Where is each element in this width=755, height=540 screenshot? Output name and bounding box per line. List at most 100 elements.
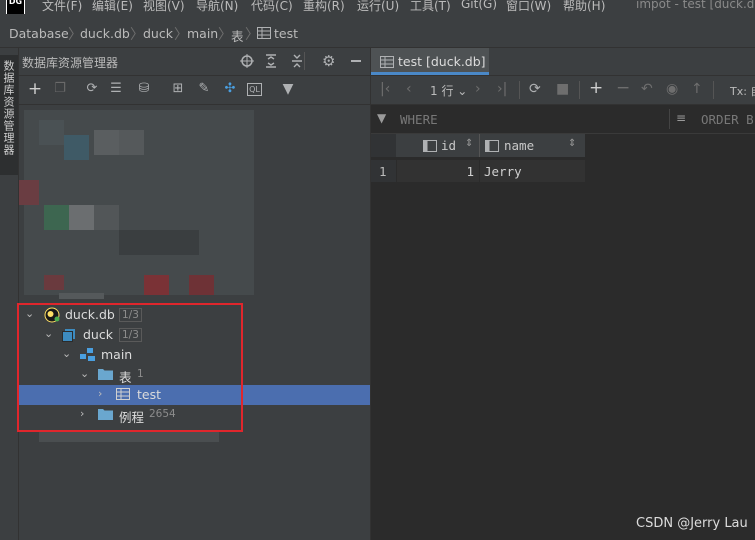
cell-id[interactable]: 1 [397, 160, 479, 182]
filter-icon[interactable]: ▼ [280, 81, 296, 97]
blurred-region [69, 205, 94, 230]
database-stop-icon[interactable]: ⛁ [136, 81, 152, 97]
blurred-region [19, 180, 39, 205]
column-header-label: id [441, 138, 457, 153]
blurred-region [94, 130, 119, 155]
tab-label: test [duck.db] [398, 54, 486, 69]
breadcrumb-duckdb[interactable]: duck.db [80, 26, 130, 41]
add-icon[interactable]: + [27, 81, 43, 98]
column-header-id[interactable]: id ⇕ [397, 134, 479, 157]
grid-toolbar: |‹ ‹ 1 行 ⌄ › ›| ⟳ ■ + − ↶ ◉ ↑ Tx: 自 [371, 76, 755, 105]
menu-git[interactable]: Git(G) [461, 0, 497, 11]
menu-view[interactable]: 视图(V) [143, 0, 185, 14]
sql-console-icon[interactable]: QL [247, 83, 262, 96]
breadcrumb-main[interactable]: main [187, 26, 218, 41]
blurred-region [39, 120, 64, 145]
rows-label: 1 行 [430, 84, 454, 98]
table-icon [257, 27, 271, 42]
add-row-icon[interactable]: + [589, 78, 603, 98]
breadcrumb-tables[interactable]: 表 [231, 26, 244, 45]
stop-icon[interactable]: ■ [556, 81, 569, 97]
cell-value: Jerry [484, 164, 522, 179]
menu-help[interactable]: 帮助(H) [563, 0, 605, 14]
delete-row-icon[interactable]: − [616, 78, 630, 98]
chevron-down-icon: ⌄ [457, 84, 468, 98]
menu-refactor[interactable]: 重构(R) [303, 0, 345, 14]
cell-name[interactable]: Jerry [480, 160, 585, 182]
sort-arrows-icon[interactable]: ⇕ [568, 138, 576, 149]
database-explorer-strip-label[interactable]: 数据库资源管理器 [2, 60, 16, 156]
sort-icon: ≡ [676, 111, 687, 125]
next-page-icon[interactable]: › [475, 81, 481, 97]
panel-header: 数据库资源管理器 ⚙ [19, 48, 370, 76]
window-title: impot - test [duck.db [636, 0, 755, 11]
blurred-region [59, 293, 104, 299]
explorer-toolbar: + ❐ ⟳ ☰ ⛁ ⊞ ✎ ✣ QL ▼ [19, 76, 370, 105]
jump-to-source-icon[interactable]: ✣ [222, 81, 238, 97]
blurred-region [44, 205, 69, 230]
menu-run[interactable]: 运行(U) [357, 0, 399, 14]
sort-arrows-icon[interactable]: ⇕ [465, 138, 473, 149]
filter-icon: ▼ [377, 111, 387, 125]
menu-bar: DG 文件(F) 编辑(E) 视图(V) 导航(N) 代码(C) 重构(R) 运… [0, 0, 755, 14]
duplicate-icon[interactable]: ❐ [52, 81, 68, 97]
data-grid [371, 134, 755, 540]
blurred-region [119, 230, 199, 255]
transaction-mode[interactable]: Tx: 自 [730, 83, 755, 99]
menu-code[interactable]: 代码(C) [251, 0, 293, 14]
filter-bar: ▼ WHERE ≡ ORDER B [371, 105, 755, 134]
submit-icon[interactable]: ↑ [691, 81, 703, 97]
refresh-icon[interactable]: ⟳ [84, 81, 100, 97]
editor-tab-bar: test [duck.db] [371, 48, 755, 76]
row-number: 1 [379, 164, 387, 179]
gear-icon[interactable]: ⚙ [322, 52, 335, 70]
breadcrumb-duck[interactable]: duck [143, 26, 173, 41]
order-by-input[interactable]: ORDER B [701, 112, 754, 127]
breadcrumb-test[interactable]: test [274, 26, 298, 41]
row-number-cell: 1 [371, 160, 396, 182]
panel-title: 数据库资源管理器 [22, 56, 119, 70]
toolbar-divider [713, 81, 714, 99]
breadcrumb-database[interactable]: Database [9, 26, 69, 41]
blurred-region [44, 275, 64, 290]
column-key-icon [423, 140, 437, 155]
edit-icon[interactable]: ✎ [196, 81, 212, 97]
watermark: CSDN @Jerry Lau [636, 516, 748, 531]
where-input[interactable]: WHERE [400, 112, 438, 127]
column-header-name[interactable]: name ⇕ [480, 134, 585, 157]
filter-divider [669, 109, 670, 129]
collapse-all-icon[interactable] [289, 53, 305, 72]
refresh-icon[interactable]: ⟳ [529, 81, 541, 97]
table-row[interactable]: 1 1 Jerry [371, 160, 585, 182]
breadcrumb-separator: 〉 [174, 27, 188, 43]
last-page-icon[interactable]: ›| [497, 81, 507, 97]
menu-navigate[interactable]: 导航(N) [196, 0, 238, 14]
locate-icon[interactable] [239, 53, 255, 72]
properties-icon[interactable]: ☰ [108, 81, 124, 97]
previous-page-icon[interactable]: ‹ [406, 81, 412, 97]
toolbar-divider [519, 81, 520, 99]
breadcrumb-separator: 〉 [218, 27, 232, 43]
expand-all-icon[interactable] [263, 53, 279, 72]
minimize-icon[interactable] [348, 53, 364, 72]
table-view-icon[interactable]: ⊞ [170, 81, 186, 97]
revert-icon[interactable]: ↶ [641, 81, 653, 97]
row-number-header [371, 134, 396, 157]
column-header-label: name [504, 138, 535, 153]
tab-test[interactable]: test [duck.db] [371, 48, 489, 75]
menu-file[interactable]: 文件(F) [42, 0, 82, 14]
highlight-box [17, 303, 243, 432]
blurred-region [144, 275, 169, 295]
view-icon[interactable]: ◉ [666, 81, 678, 97]
blurred-region [64, 135, 89, 160]
cell-value: 1 [466, 164, 474, 179]
header-divider [304, 52, 305, 70]
first-page-icon[interactable]: |‹ [380, 81, 390, 97]
breadcrumb: Database 〉 duck.db 〉 duck 〉 main 〉 表 〉 t… [0, 20, 755, 48]
grid-header-row: id ⇕ name ⇕ [371, 134, 585, 157]
blurred-region [119, 130, 144, 155]
menu-window[interactable]: 窗口(W) [506, 0, 551, 14]
menu-tools[interactable]: 工具(T) [410, 0, 451, 14]
page-size-select[interactable]: 1 行 ⌄ [430, 82, 467, 99]
menu-edit[interactable]: 编辑(E) [92, 0, 133, 14]
